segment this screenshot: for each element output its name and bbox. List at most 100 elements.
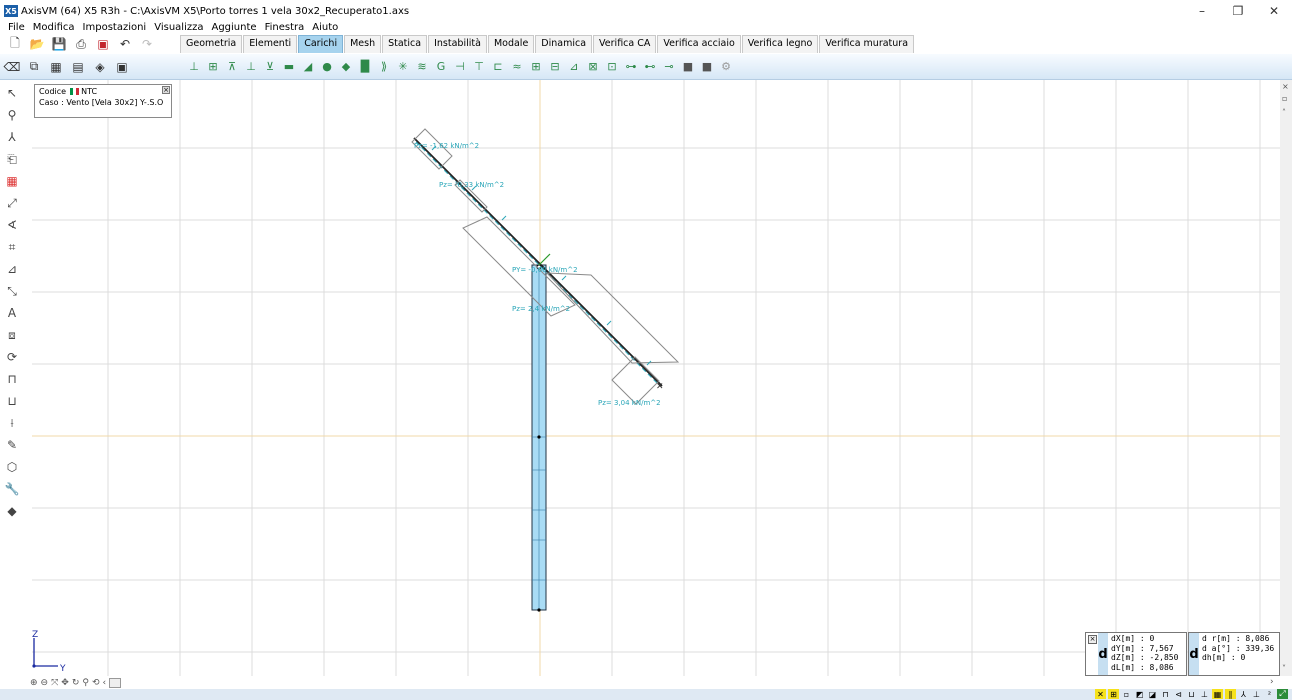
pan-icon[interactable]: ✥ [61,678,69,688]
save-icon[interactable]: 💾 [50,36,68,52]
drawing-area[interactable]: ✕ Pz= -1,62 kN/m^2 Pz= -0,33 kN/m^2 PY= … [32,80,1280,676]
new-file-icon[interactable]: 🗋 [6,36,24,52]
pencil-icon[interactable]: ✎ [3,436,21,454]
tension-load-icon[interactable]: ⊟ [547,59,563,75]
coord-close-button[interactable]: × [1088,635,1097,644]
scroll-down-icon[interactable]: ˅ [1282,664,1286,673]
parts-icon[interactable]: ⧈ [3,326,21,344]
zoom-window-icon[interactable]: ⚲ [82,678,89,688]
grid-icon[interactable]: ⌗ [3,238,21,256]
mass-icon[interactable]: ⊠ [585,59,601,75]
redo-icon[interactable]: ↷ [138,36,156,52]
color-coding-icon[interactable]: ▦ [3,172,21,190]
load-groups-icon[interactable]: ⊞ [205,59,221,75]
delete-loads-icon[interactable]: ■ [699,59,715,75]
minimize-button[interactable]: – [1184,0,1220,22]
wrench-icon[interactable]: 🔧 [3,480,21,498]
horizontal-scroll-thumb[interactable] [109,678,122,688]
stress-load-icon[interactable]: ⊞ [528,59,544,75]
copy-loads-icon[interactable]: ■ [680,59,696,75]
zoom-in-icon[interactable]: ⊕ [30,678,38,688]
guide-lines-icon[interactable]: ⤢ [3,194,21,212]
rotate-view-icon[interactable]: ↻ [72,678,80,688]
tab-dinamica[interactable]: Dinamica [535,35,593,53]
snap-dimension-icon[interactable]: ⊥ [1251,689,1262,699]
snap-power-icon[interactable]: ² [1264,689,1275,699]
zoom-icon[interactable]: ⚲ [3,106,21,124]
menu-finestra[interactable]: Finestra [261,22,309,33]
tab-verifica-legno[interactable]: Verifica legno [741,35,819,53]
surface-load-icon[interactable]: ◢ [300,59,316,75]
report-icon[interactable]: ▣ [114,59,130,75]
beam-load-icon[interactable]: ⊻ [262,59,278,75]
fluid-load-icon[interactable]: ≋ [414,59,430,75]
menu-modifica[interactable]: Modifica [29,22,79,33]
nodal-load-icon[interactable]: ⊼ [224,59,240,75]
tab-modale[interactable]: Modale [487,35,535,53]
tab-geometria[interactable]: Geometria [180,35,243,53]
snap-parallel-icon[interactable]: ⊔ [1186,689,1197,699]
wind-load-icon[interactable]: ⟫ [376,59,392,75]
snow-load-icon[interactable]: ✳ [395,59,411,75]
seismic-load-icon[interactable]: ≈ [509,59,525,75]
snap-active-icon[interactable]: ⤢ [1277,689,1288,699]
tab-elementi[interactable]: Elementi [243,35,298,53]
tab-verifica-ca[interactable]: Verifica CA [593,35,657,53]
thermal-load-icon[interactable]: ⊤ [471,59,487,75]
maximize-button[interactable]: ❐ [1220,0,1256,22]
snap-grid-icon[interactable]: ⊞ [1108,689,1119,699]
layers-icon[interactable]: ⧉ [26,59,42,75]
scroll-up-icon[interactable]: ˄ [1282,108,1286,117]
menu-aiuto[interactable]: Aiuto [308,22,342,33]
zoom-out-icon[interactable]: ⊖ [41,678,49,688]
open-folder-icon[interactable]: 📂 [28,36,46,52]
rotate-icon[interactable]: ⟳ [3,348,21,366]
snap-bars-icon[interactable]: ∥ [1225,689,1236,699]
settlement-icon[interactable]: ⊸ [661,59,677,75]
influence-line-icon[interactable]: ⊡ [604,59,620,75]
load-cases-icon[interactable]: ⊥ [186,59,202,75]
snap-node-icon[interactable]: ▫ [1121,689,1132,699]
dynamic-load-icon[interactable]: ⊶ [623,59,639,75]
display-options-icon[interactable]: ◈ [92,59,108,75]
fault-load-icon[interactable]: ⊣ [452,59,468,75]
point-load-domain-icon[interactable]: ● [319,59,335,75]
tab-verifica-acciaio[interactable]: Verifica acciaio [657,35,741,53]
snap-intersection-icon[interactable]: ◪ [1147,689,1158,699]
vehicle-load-icon[interactable]: ⊷ [642,59,658,75]
table-icon[interactable]: ▦ [48,59,64,75]
close-view-icon[interactable]: × [1282,82,1289,91]
info-icon[interactable]: ◆ [3,502,21,520]
snap-perpendicular-icon[interactable]: ⊓ [1160,689,1171,699]
support-load-icon[interactable]: ⊥ [243,59,259,75]
connect-icon[interactable]: ⊔ [3,392,21,410]
menu-impostazioni[interactable]: Impostazioni [79,22,151,33]
pdf-icon[interactable]: ▣ [94,36,112,52]
imperfection-icon[interactable]: ⊿ [566,59,582,75]
undo-icon[interactable]: ↶ [116,36,134,52]
print-icon[interactable]: ⎙ [72,36,90,52]
workplane-icon[interactable]: ⎗ [3,150,21,168]
tab-mesh[interactable]: Mesh [344,35,382,53]
select-pointer-icon[interactable]: ↖ [3,84,21,102]
close-button[interactable]: ✕ [1256,0,1292,22]
menu-visualizza[interactable]: Visualizza [150,22,207,33]
snap-extension-icon[interactable]: ⊥ [1199,689,1210,699]
menu-file[interactable]: File [4,22,29,33]
zoom-fit-icon[interactable]: ⤧ [51,678,58,688]
distributed-load-icon[interactable]: █ [357,59,373,75]
snap-tangent-icon[interactable]: ⊲ [1173,689,1184,699]
menu-aggiunte[interactable]: Aggiunte [207,22,260,33]
previous-view-icon[interactable]: ⟲ [92,678,100,688]
line-load-domain-icon[interactable]: ◆ [338,59,354,75]
vertical-scrollbar[interactable]: × ▫ ˄ ˅ [1280,80,1292,676]
tab-statica[interactable]: Statica [382,35,428,53]
snap-table-icon[interactable]: ▦ [1212,689,1223,699]
tab-instabilita[interactable]: Instabilità [428,35,487,53]
view-3d-icon[interactable]: ⬡ [3,458,21,476]
scroll-left-icon[interactable]: ‹ [103,678,107,688]
moving-load-icon[interactable]: ⊏ [490,59,506,75]
section-plane-icon[interactable]: ⊓ [3,370,21,388]
info-close-button[interactable]: × [162,86,170,94]
edge-load-icon[interactable]: ▬ [281,59,297,75]
